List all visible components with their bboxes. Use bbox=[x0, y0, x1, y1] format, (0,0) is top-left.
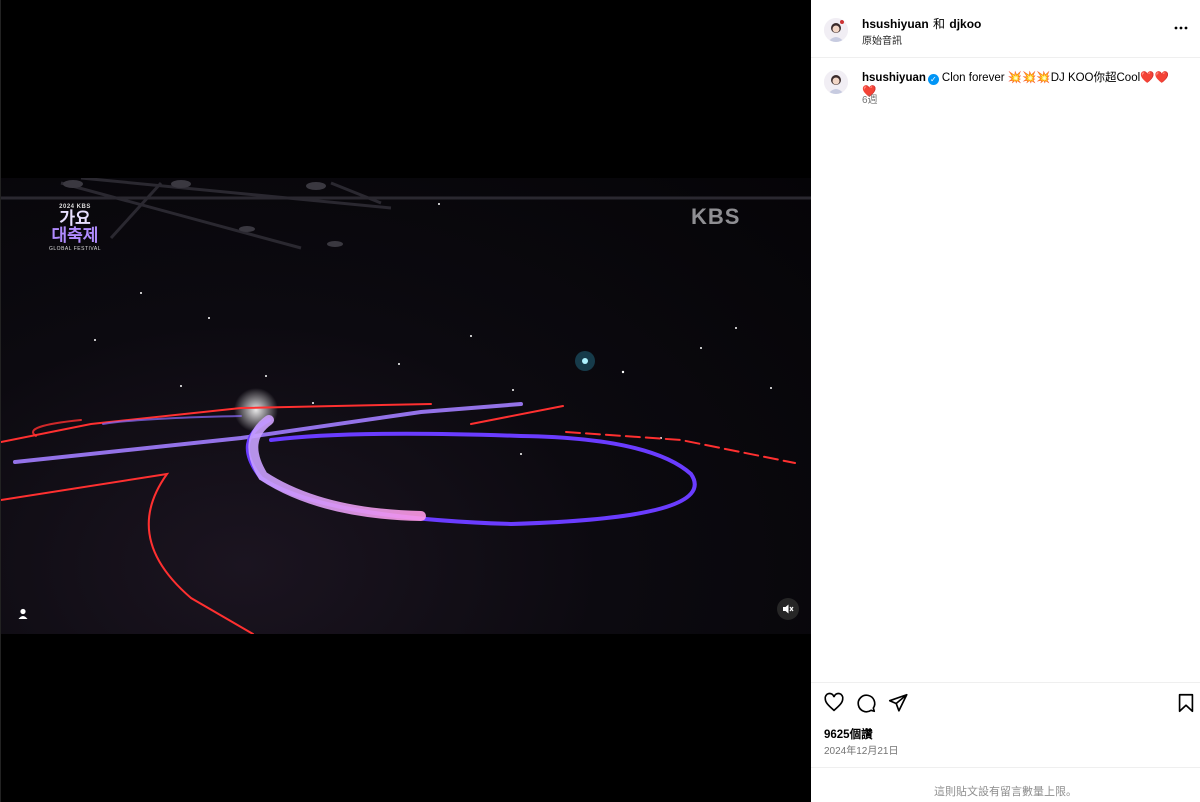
avatar[interactable] bbox=[824, 70, 848, 94]
share-icon[interactable] bbox=[887, 692, 909, 714]
avatar[interactable] bbox=[824, 18, 848, 42]
author-username[interactable]: hsushiyuan bbox=[862, 17, 929, 31]
post-authors: hsushiyuan 和 djkoo bbox=[862, 15, 981, 32]
comment-limit-note: 這則貼文設有留言數量上限。 bbox=[934, 786, 1077, 798]
festival-logo-subtitle: GLOBAL FESTIVAL bbox=[49, 246, 101, 252]
post-sidebar: hsushiyuan 和 djkoo 原始音訊 hsushiyuan ✓ Clon … bbox=[811, 0, 1200, 802]
stage-scene bbox=[1, 178, 812, 634]
comment-icon[interactable] bbox=[855, 692, 877, 714]
original-audio-link[interactable]: 原始音訊 bbox=[862, 32, 902, 47]
media-pane: 2024 KBS 가요 대축제 GLOBAL FESTIVAL KBS bbox=[0, 0, 812, 802]
festival-logo-line2: 대축제 bbox=[51, 226, 99, 245]
comment-age[interactable]: 6週 bbox=[862, 91, 878, 106]
author-joiner: 和 bbox=[933, 17, 946, 31]
more-options-icon[interactable] bbox=[1173, 20, 1193, 36]
festival-logo-line1: 가요 bbox=[59, 209, 91, 228]
like-count[interactable]: 9625個讚 bbox=[824, 726, 873, 742]
comment-body: hsushiyuan ✓ Clon forever 💥💥💥DJ KOO你超Cool❤… bbox=[862, 71, 1182, 99]
divider bbox=[811, 682, 1200, 683]
comment-username[interactable]: hsushiyuan bbox=[862, 72, 926, 84]
verified-icon: ✓ bbox=[927, 74, 939, 85]
broadcaster-watermark: KBS bbox=[691, 204, 741, 229]
coauthor-username[interactable]: djkoo bbox=[949, 17, 981, 31]
post-header: hsushiyuan 和 djkoo 原始音訊 bbox=[811, 0, 1200, 58]
heart-icon[interactable] bbox=[823, 692, 845, 714]
tag-user-icon[interactable] bbox=[15, 606, 31, 622]
mute-icon[interactable] bbox=[777, 598, 799, 620]
festival-logo: 2024 KBS 가요 대축제 GLOBAL FESTIVAL bbox=[45, 204, 105, 252]
video-player[interactable]: 2024 KBS 가요 대축제 GLOBAL FESTIVAL KBS bbox=[1, 178, 812, 634]
bookmark-icon[interactable] bbox=[1175, 692, 1197, 714]
post-date[interactable]: 2024年12月21日 bbox=[824, 742, 899, 757]
divider bbox=[811, 767, 1200, 768]
